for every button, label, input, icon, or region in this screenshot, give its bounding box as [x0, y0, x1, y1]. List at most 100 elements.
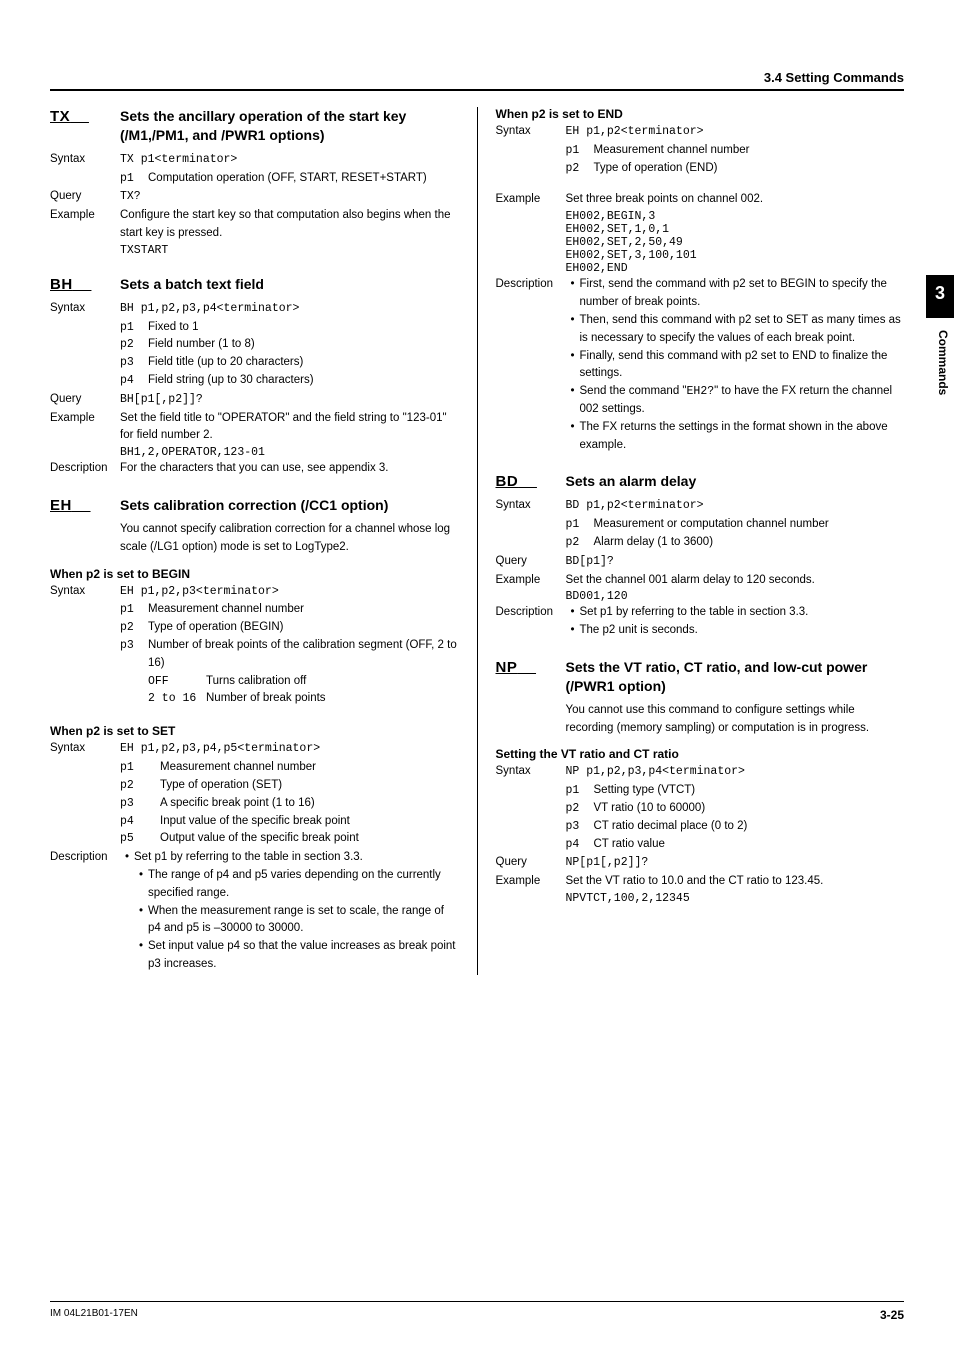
bullet-dot-icon: •: [566, 383, 580, 419]
query-code: BD[p1]?: [566, 553, 905, 571]
desc-row: Description •First, send the command wit…: [496, 276, 905, 454]
label-example: Example: [496, 572, 566, 590]
label-syntax: Syntax: [50, 151, 120, 169]
bullet: •When the measurement range is set to sc…: [120, 903, 459, 939]
label-syntax: Syntax: [50, 583, 120, 601]
param-key: p5: [120, 830, 160, 848]
bullet: •The FX returns the settings in the form…: [566, 419, 905, 455]
param-key: p1: [566, 142, 594, 160]
subhead-vtct: Setting the VT ratio and CT ratio: [496, 747, 905, 761]
desc-bullets: •Set p1 by referring to the table in sec…: [120, 849, 459, 974]
page-footer: IM 04L21B01-17EN 3-25: [50, 1301, 904, 1322]
option-text: Turns calibration off: [206, 673, 459, 691]
example-code: TXSTART: [50, 244, 459, 257]
cmd-np-header: NP Sets the VT ratio, CT ratio, and low-…: [496, 658, 905, 696]
param-key: p1: [566, 516, 594, 534]
param-key: p2: [566, 160, 594, 178]
query-row: Query TX?: [50, 188, 459, 206]
cmd-code: BD: [496, 473, 566, 490]
syntax-code: NP p1,p2,p3,p4<terminator>: [566, 763, 905, 781]
param-row: p1 Computation operation (OFF, START, RE…: [50, 170, 459, 188]
label-syntax: Syntax: [50, 300, 120, 318]
param-val: Type of operation (BEGIN): [148, 619, 459, 637]
param-row: p3Field title (up to 20 characters): [50, 354, 459, 372]
bullet-text: Send the command "EH2?" to have the FX r…: [580, 383, 905, 419]
syntax-code: EH p1,p2,p3<terminator>: [120, 583, 459, 601]
syntax-row: Syntax EH p1,p2<terminator>: [496, 123, 905, 141]
bullet-text: The range of p4 and p5 varies depending …: [148, 867, 459, 903]
subhead-begin: When p2 is set to BEGIN: [50, 567, 459, 581]
example-text: Configure the start key so that computat…: [120, 207, 459, 243]
param-row: p3Number of break points of the calibrat…: [50, 637, 459, 673]
syntax-row: Syntax EH p1,p2,p3,p4,p5<terminator>: [50, 740, 459, 758]
syntax-code: BH p1,p2,p3,p4<terminator>: [120, 300, 459, 318]
bullet-dot-icon: •: [566, 419, 580, 455]
param-key: p1: [120, 759, 160, 777]
param-row: p1Measurement channel number: [50, 601, 459, 619]
label-example: Example: [496, 191, 566, 209]
bullet-dot-icon: •: [566, 348, 580, 384]
syntax-row: Syntax BH p1,p2,p3,p4<terminator>: [50, 300, 459, 318]
inline-code: EH2?: [687, 385, 715, 398]
desc-row: Description For the characters that you …: [50, 460, 459, 478]
param-row: p4CT ratio value: [496, 836, 905, 854]
cmd-code: NP: [496, 659, 566, 676]
bullet: •First, send the command with p2 set to …: [566, 276, 905, 312]
param-val: Alarm delay (1 to 3600): [594, 534, 905, 552]
bullet-dot-icon: •: [566, 276, 580, 312]
bullet: •Set input value p4 so that the value in…: [120, 938, 459, 974]
label-syntax: Syntax: [50, 740, 120, 758]
cmd-title: Sets the ancillary operation of the star…: [120, 107, 459, 145]
bullet: •Set p1 by referring to the table in sec…: [120, 849, 459, 867]
param-key: p3: [566, 818, 594, 836]
param-row: p3CT ratio decimal place (0 to 2): [496, 818, 905, 836]
query-code: BH[p1[,p2]]?: [120, 391, 459, 409]
label-query: Query: [496, 553, 566, 571]
example-code: BD001,120: [496, 590, 905, 603]
cmd-title: Sets calibration correction (/CC1 option…: [120, 496, 388, 515]
param-key: p4: [566, 836, 594, 854]
example-row: Example Set the VT ratio to 10.0 and the…: [496, 873, 905, 891]
right-column: When p2 is set to END Syntax EH p1,p2<te…: [477, 107, 905, 975]
param-val: Field title (up to 20 characters): [148, 354, 459, 372]
footer-doc-id: IM 04L21B01-17EN: [50, 1308, 138, 1322]
bullet: •Set p1 by referring to the table in sec…: [566, 604, 905, 622]
param-row: p2VT ratio (10 to 60000): [496, 800, 905, 818]
param-val: Field string (up to 30 characters): [148, 372, 459, 390]
param-val: Number of break points of the calibratio…: [148, 637, 459, 673]
label-query: Query: [50, 188, 120, 206]
bullet-text: First, send the command with p2 set to B…: [580, 276, 905, 312]
bullet-text: Set p1 by referring to the table in sect…: [580, 604, 905, 622]
example-text: Set the field title to "OPERATOR" and th…: [120, 410, 459, 446]
syntax-code: BD p1,p2<terminator>: [566, 497, 905, 515]
syntax-row: Syntax BD p1,p2<terminator>: [496, 497, 905, 515]
cmd-bh-header: BH Sets a batch text field: [50, 275, 459, 294]
cmd-bd-header: BD Sets an alarm delay: [496, 472, 905, 491]
param-val: Fixed to 1: [148, 319, 459, 337]
desc-bullets: •First, send the command with p2 set to …: [566, 276, 905, 454]
chapter-label: Commands: [936, 330, 950, 395]
option-row: 2 to 16Number of break points: [148, 690, 459, 708]
param-val: Measurement channel number: [160, 759, 459, 777]
bullet-dot-icon: •: [566, 312, 580, 348]
desc-row: Description •Set p1 by referring to the …: [50, 849, 459, 974]
footer-page-number: 3-25: [880, 1308, 904, 1322]
param-val: VT ratio (10 to 60000): [594, 800, 905, 818]
label-syntax: Syntax: [496, 497, 566, 515]
desc-row: Description •Set p1 by referring to the …: [496, 604, 905, 640]
example-code: BH1,2,OPERATOR,123-01: [50, 446, 459, 459]
chapter-tab: 3: [926, 275, 954, 318]
bullet-text: The p2 unit is seconds.: [580, 622, 905, 640]
cmd-code: BH: [50, 276, 120, 293]
label-description: Description: [50, 849, 120, 974]
bullet-text-part: Send the command ": [580, 385, 687, 397]
bullet-dot-icon: •: [120, 849, 134, 867]
param-key: p2: [120, 619, 148, 637]
example-row: Example Set the channel 001 alarm delay …: [496, 572, 905, 590]
example-code: EH002,SET,2,50,49: [496, 236, 905, 249]
param-key: p1: [120, 170, 148, 188]
param-key: p3: [120, 795, 160, 813]
cmd-title: Sets the VT ratio, CT ratio, and low-cut…: [566, 658, 905, 696]
bullet-dot-icon: •: [134, 867, 148, 903]
param-key: p2: [120, 777, 160, 795]
